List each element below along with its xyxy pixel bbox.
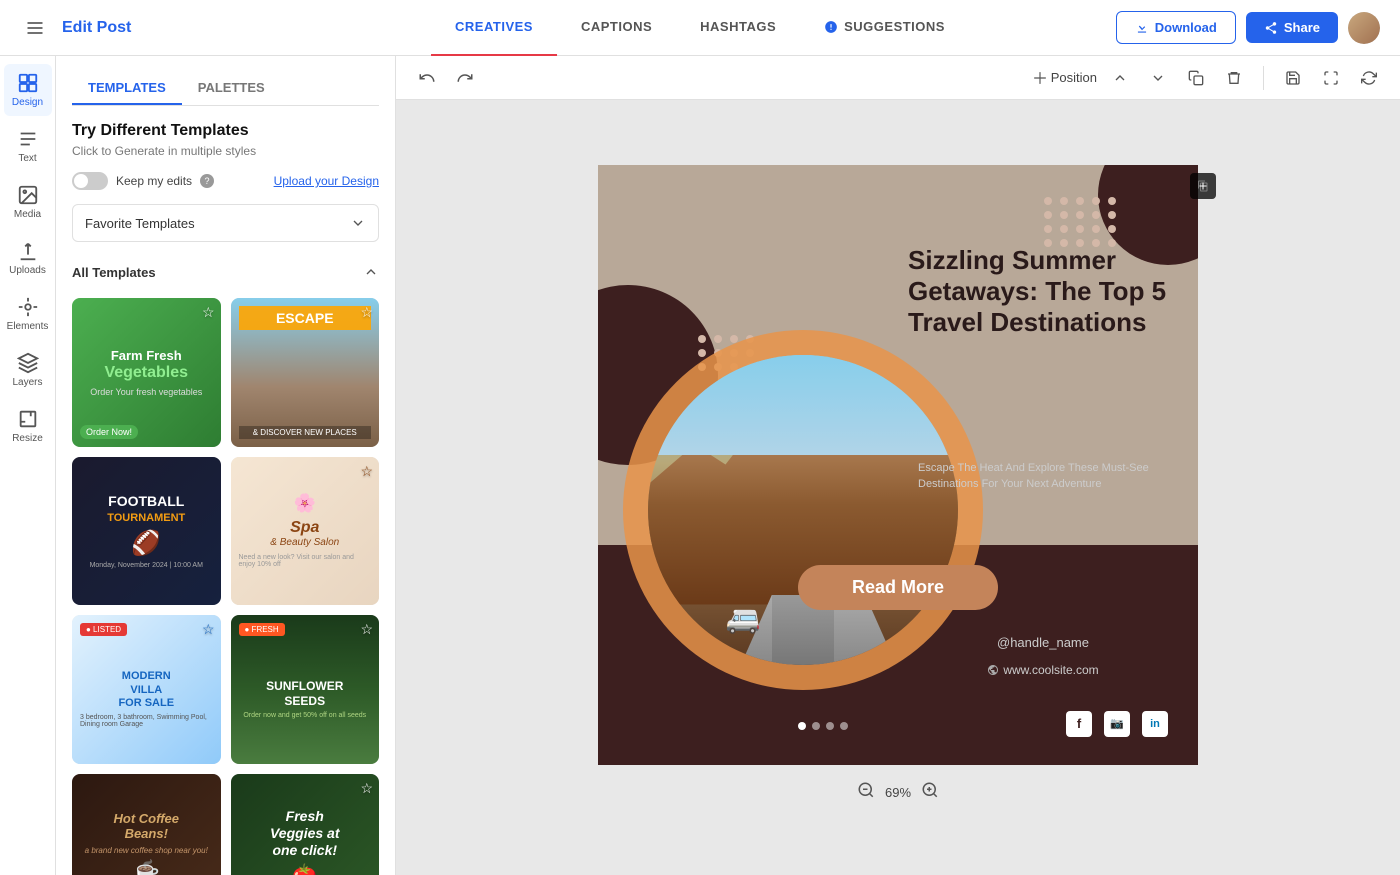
sidebar-item-elements[interactable]: Elements <box>4 288 52 340</box>
keep-edits-info-icon[interactable]: ? <box>200 174 214 188</box>
star-icon-2[interactable]: ☆ <box>360 304 373 321</box>
sidebar-layers-label: Layers <box>12 377 42 388</box>
redo-button[interactable] <box>450 63 480 93</box>
main-layout: Design Text Media Uploads Elements Layer… <box>0 56 1400 875</box>
sidebar-media-label: Media <box>14 209 41 220</box>
keep-edits-label: Keep my edits <box>116 174 192 188</box>
position-label[interactable]: Position <box>1033 70 1097 85</box>
star-icon-8[interactable]: ☆ <box>360 780 373 797</box>
top-bar-left: Edit Post <box>20 13 131 43</box>
dc-website: www.coolsite.com <box>918 663 1168 677</box>
zoom-level: 69% <box>885 785 911 800</box>
share-label: Share <box>1284 20 1320 35</box>
design-card: Sizzling Summer Getaways: The Top 5 Trav… <box>598 165 1198 765</box>
tab-suggestions[interactable]: SUGGESTIONS <box>800 0 969 56</box>
tab-suggestions-label: SUGGESTIONS <box>844 19 945 34</box>
star-icon-5[interactable]: ☆ <box>202 621 215 638</box>
sidebar-design-label: Design <box>12 97 43 108</box>
tab-templates[interactable]: TEMPLATES <box>72 72 182 105</box>
all-templates-row: All Templates <box>72 256 379 288</box>
template-card-5[interactable]: ● LISTED MODERNVILLAFOR SALE 3 bedroom, … <box>72 615 221 764</box>
top-bar-right: Download Share <box>1116 11 1380 44</box>
globe-icon <box>987 664 999 676</box>
dc-dots-bottom <box>798 722 848 730</box>
sidebar-item-resize[interactable]: Resize <box>4 400 52 452</box>
template-card-2[interactable]: ESCAPE & DISCOVER NEW PLACES ☆ <box>231 298 380 447</box>
duplicate-button[interactable] <box>1181 63 1211 93</box>
dc-photo: 🚐 <box>648 355 958 665</box>
dc-subtitle: Escape The Heat And Explore These Must-S… <box>918 460 1168 493</box>
template-card-8[interactable]: FreshVeggies atone click! 🍅 ☆ <box>231 774 380 875</box>
sidebar-item-design[interactable]: Design <box>4 64 52 116</box>
chevron-up-icon[interactable] <box>363 264 379 280</box>
star-icon-4[interactable]: ☆ <box>360 463 373 480</box>
move-up-button[interactable] <box>1105 63 1135 93</box>
favorite-templates-label: Favorite Templates <box>85 216 195 231</box>
fullscreen-button[interactable] <box>1316 63 1346 93</box>
dc-website-text: www.coolsite.com <box>1003 663 1098 677</box>
dc-handle: @handle_name <box>918 635 1168 650</box>
save-button[interactable] <box>1278 63 1308 93</box>
tab-captions[interactable]: CAPTIONS <box>557 0 676 56</box>
top-bar: Edit Post CREATIVES CAPTIONS HASHTAGS SU… <box>0 0 1400 56</box>
avatar[interactable] <box>1348 12 1380 44</box>
tab-hashtags[interactable]: HASHTAGS <box>676 0 800 56</box>
star-icon-6[interactable]: ☆ <box>360 621 373 638</box>
edit-post-title: Edit Post <box>62 19 131 37</box>
icon-sidebar: Design Text Media Uploads Elements Layer… <box>0 56 56 875</box>
zoom-bar: 69% <box>857 775 939 811</box>
hamburger-menu-icon[interactable] <box>20 13 50 43</box>
sidebar-item-layers[interactable]: Layers <box>4 344 52 396</box>
templates-panel: TEMPLATES PALETTES Try Different Templat… <box>56 56 396 875</box>
sidebar-elements-label: Elements <box>7 321 49 332</box>
download-button[interactable]: Download <box>1116 11 1236 44</box>
position-text: Position <box>1051 70 1097 85</box>
download-label: Download <box>1155 20 1217 35</box>
canvas-content: Sizzling Summer Getaways: The Top 5 Trav… <box>396 100 1400 875</box>
panel-title: Try Different Templates <box>72 122 379 140</box>
tab-creatives[interactable]: CREATIVES <box>431 0 557 56</box>
canvas-toolbar: Position <box>396 56 1400 100</box>
template-card-1[interactable]: Farm FreshVegetables Order Your fresh ve… <box>72 298 221 447</box>
sidebar-resize-label: Resize <box>12 433 43 444</box>
template-grid: Farm FreshVegetables Order Your fresh ve… <box>72 298 379 875</box>
sidebar-item-media[interactable]: Media <box>4 176 52 228</box>
template-card-7[interactable]: Hot CoffeeBeans! a brand new coffee shop… <box>72 774 221 875</box>
linkedin-icon: in <box>1142 711 1168 737</box>
all-templates-label: All Templates <box>72 265 156 280</box>
sidebar-uploads-label: Uploads <box>9 265 46 276</box>
move-down-button[interactable] <box>1143 63 1173 93</box>
chevron-down-icon <box>350 215 366 231</box>
canvas-add-button[interactable] <box>1190 173 1216 199</box>
template-card-4[interactable]: 🌸 Spa & Beauty Salon Need a new look? Vi… <box>231 457 380 606</box>
sidebar-text-label: Text <box>18 153 36 164</box>
canvas-area: Position <box>396 56 1400 875</box>
undo-button[interactable] <box>412 63 442 93</box>
dc-socials: f 📷 in <box>1066 711 1168 737</box>
refresh-button[interactable] <box>1354 63 1384 93</box>
favorite-templates-dropdown[interactable]: Favorite Templates <box>72 204 379 242</box>
star-icon-1[interactable]: ☆ <box>202 304 215 321</box>
zoom-in-button[interactable] <box>921 781 939 804</box>
tab-palettes[interactable]: PALETTES <box>182 72 281 105</box>
instagram-icon: 📷 <box>1104 711 1130 737</box>
dc-cta-button[interactable]: Read More <box>798 565 998 610</box>
panel-tabs: TEMPLATES PALETTES <box>72 72 379 106</box>
dc-van-emoji: 🚐 <box>726 602 761 635</box>
share-button[interactable]: Share <box>1246 12 1338 43</box>
panel-subtitle: Click to Generate in multiple styles <box>72 144 379 158</box>
facebook-icon: f <box>1066 711 1092 737</box>
dc-dots-top <box>1044 197 1118 247</box>
top-bar-nav: CREATIVES CAPTIONS HASHTAGS SUGGESTIONS <box>431 0 969 56</box>
template-card-6[interactable]: ● FRESH SUNFLOWERSEEDS Order now and get… <box>231 615 380 764</box>
template-card-3[interactable]: FOOTBALL TOURNAMENT 🏈 Monday, November 2… <box>72 457 221 606</box>
sidebar-item-text[interactable]: Text <box>4 120 52 172</box>
sidebar-item-uploads[interactable]: Uploads <box>4 232 52 284</box>
delete-button[interactable] <box>1219 63 1249 93</box>
keep-edits-toggle[interactable] <box>72 172 108 190</box>
upload-design-link[interactable]: Upload your Design <box>274 174 379 188</box>
keep-edits-row: Keep my edits ? Upload your Design <box>72 172 379 190</box>
zoom-out-button[interactable] <box>857 781 875 804</box>
